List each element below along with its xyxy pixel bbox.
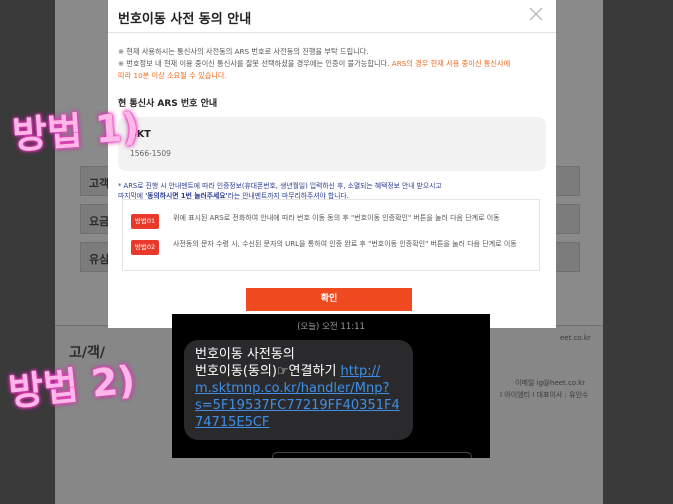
background-row-label: 요금 (89, 215, 110, 228)
footer-text: I 아이엠티 I 대표이사 : 유인수 (500, 391, 589, 399)
sms-message-bubble: 번호이동 사전동의 번호이동(동의)☞연결하기 http:// m.sktmnp… (184, 340, 413, 440)
sms-link[interactable]: s=5F19537FC77219FF40351F4 (195, 397, 402, 414)
footer-text: eet.co.kr (560, 334, 591, 342)
sms-message-line: 번호이동 사전동의 (195, 347, 295, 362)
notice-warning-text: ARS의 경우 현재 사용 중이신 통신사에 (391, 59, 511, 68)
method-2-text: 사전동의 문자 수령 시, 수신된 문자의 URL을 통하여 인증 완료 후 "… (173, 240, 517, 248)
footer-text: 이메일 ig@heet.co.kr (515, 379, 586, 387)
sms-message-line: 번호이동(동의)☞연결하기 http:// (195, 363, 402, 380)
sms-link[interactable]: http:// (341, 364, 381, 379)
annotation-method-1: 방법 1) (10, 104, 141, 158)
carrier-info-box: SKT 1566-1509 (118, 117, 546, 171)
notice-line: 따라 10분 이상 소요될 수 있습니다. (118, 70, 227, 82)
modal-title: 번호이동 사전 동의 안내 (118, 12, 252, 27)
notice-line: ※ 번호정보 내 현재 이용 중이신 통신사를 잘못 선택하셨을 경우에는 인증… (118, 58, 510, 70)
methods-box: 방법01 위에 표시된 ARS로 전화하여 안내에 따라 번호 이동 동의 후 … (122, 199, 540, 271)
sms-timestamp: (오늘) 오전 11:11 (297, 322, 365, 332)
sms-link[interactable]: 74715E5CF (195, 414, 402, 431)
number-port-consent-modal: 번호이동 사전 동의 안내 ※ 현재 사용하시는 통신사의 사전동의 ARS 번… (108, 0, 556, 328)
notice-warning-text: 따라 10분 이상 소요될 수 있습니다. (118, 71, 227, 80)
notice-line: ※ 현재 사용하시는 통신사의 사전동의 ARS 번호로 사전동의 진행을 부탁… (118, 47, 369, 56)
confirm-button[interactable]: 확인 (246, 288, 412, 311)
sms-link[interactable]: m.sktmnp.co.kr/handler/Mnp? (195, 380, 402, 397)
background-row-label: 고객 (89, 177, 110, 190)
ars-note-line: * ARS로 진행 시 안내멘트에 따라 인증정보(휴대폰번호, 생년월일) 입… (118, 182, 442, 190)
method-1-badge: 방법01 (131, 214, 159, 229)
close-icon[interactable] (528, 6, 544, 22)
sms-input-bar (272, 452, 472, 458)
method-1-text: 위에 표시된 ARS로 전화하여 안내에 따라 번호 이동 동의 후 "번호이동… (173, 214, 500, 222)
background-row-label: 유심 (89, 253, 110, 266)
method-2-badge: 방법02 (131, 240, 159, 255)
sms-screenshot: (오늘) 오전 11:11 번호이동 사전동의 번호이동(동의)☞연결하기 ht… (172, 314, 490, 458)
sms-message-text: 번호이동(동의)☞연결하기 (195, 364, 341, 379)
notice-text: ※ 번호정보 내 현재 이용 중이신 통신사를 잘못 선택하셨을 경우에는 인증… (118, 59, 392, 68)
modal-divider (108, 32, 556, 33)
